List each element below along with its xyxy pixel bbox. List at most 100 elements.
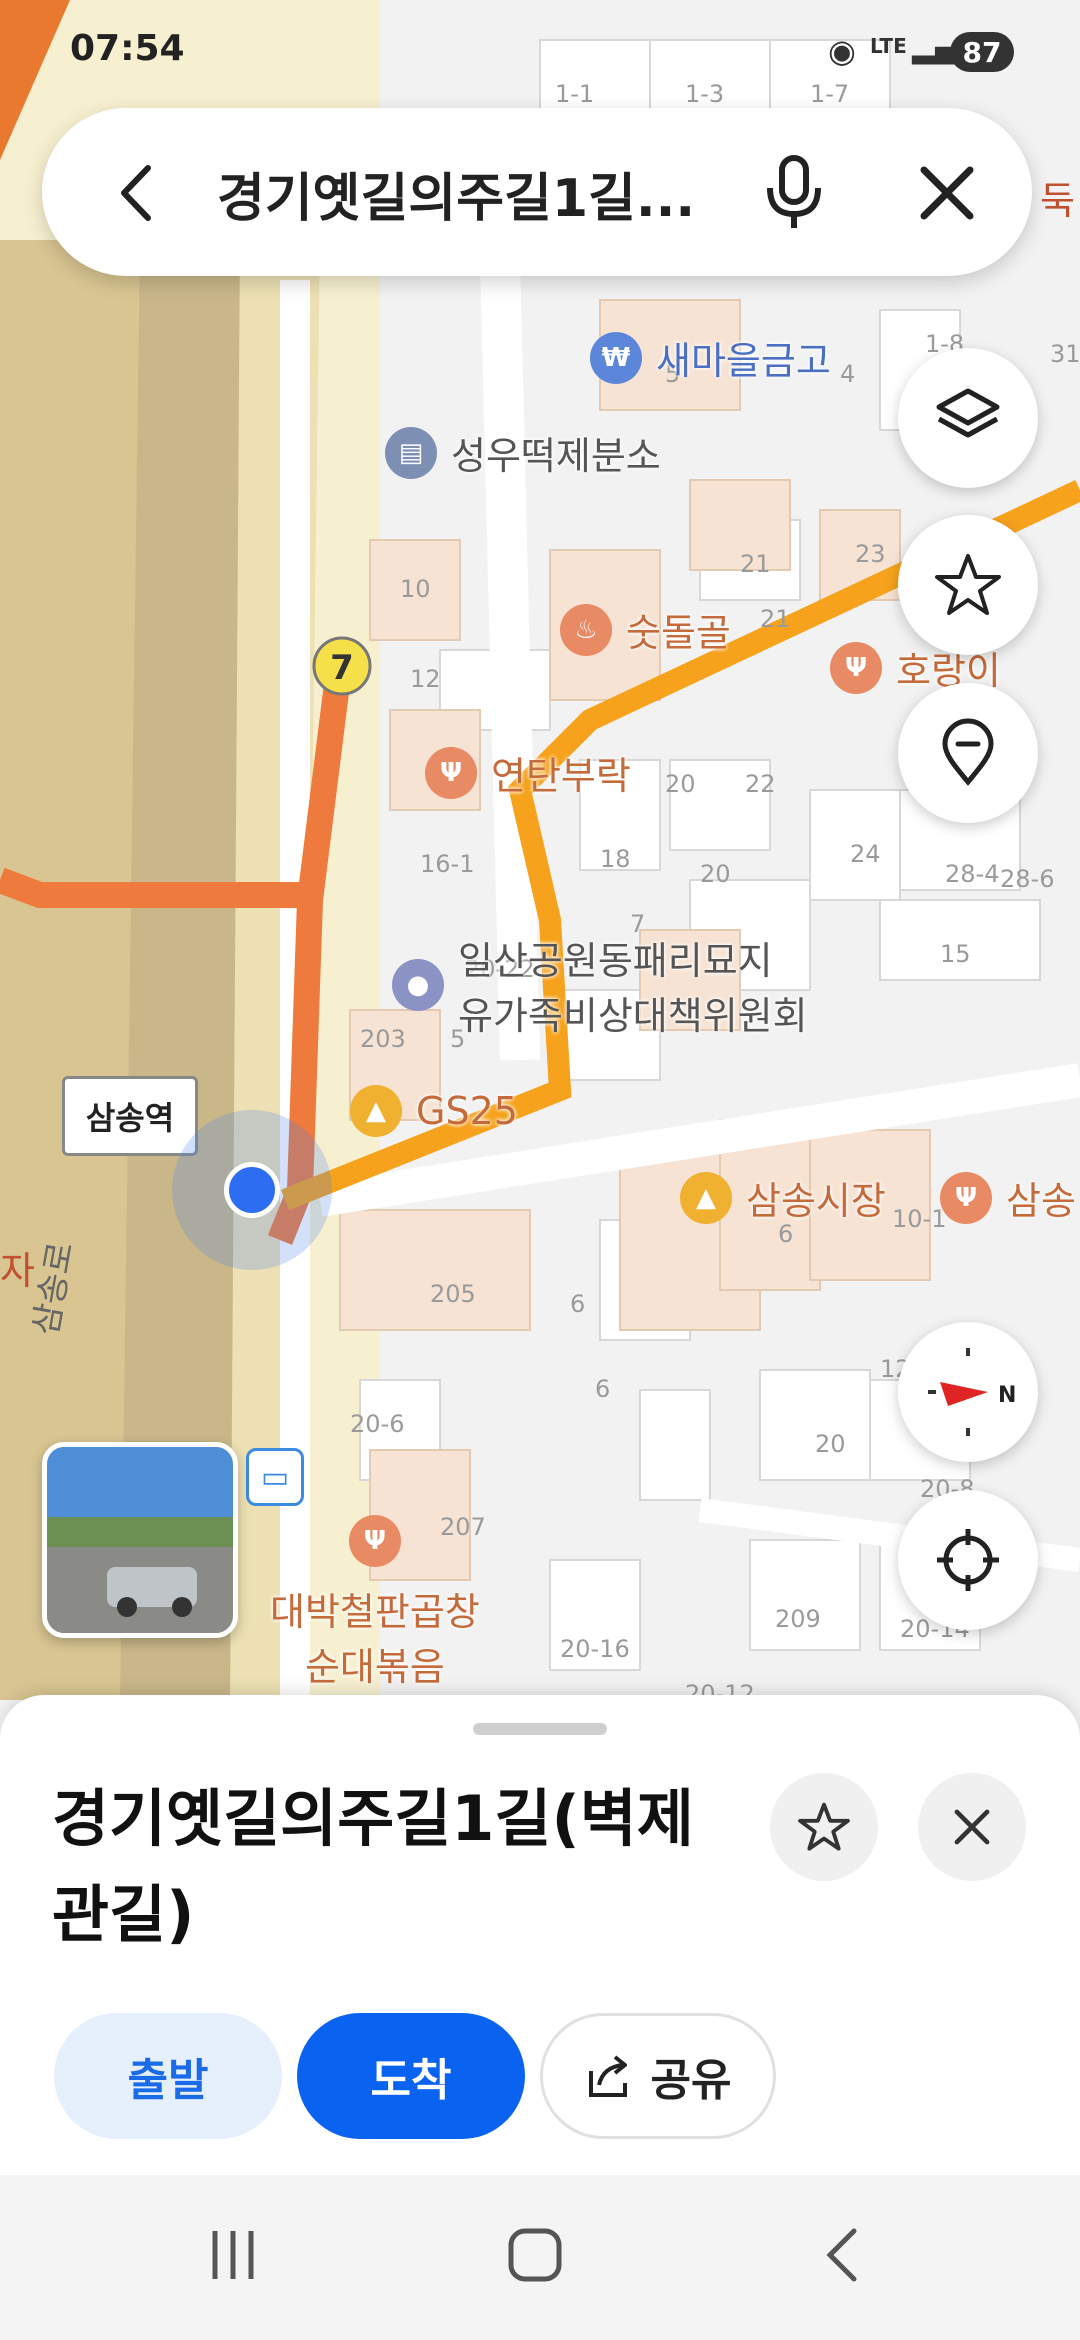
block-number: 205 — [430, 1280, 476, 1308]
poi-label: GS25 — [416, 1089, 518, 1133]
back-icon[interactable] — [102, 158, 172, 228]
block-number: 4 — [840, 360, 856, 388]
close-icon — [954, 1809, 990, 1845]
svg-text:N: N — [998, 1383, 1016, 1408]
poi-marker[interactable]: ₩ 새마을금고 — [590, 330, 831, 385]
edge-label-right-num: 31 — [1050, 340, 1080, 368]
poi-label: 성우떡제분소 — [451, 434, 661, 478]
block-number: 22 — [745, 770, 776, 798]
battery-indicator: 87 — [950, 32, 1014, 72]
block-number: 6 — [570, 1290, 586, 1318]
block-number: 15 — [940, 940, 971, 968]
recent-apps-button[interactable] — [188, 2215, 278, 2295]
recent-apps-icon — [212, 2231, 254, 2279]
place-icon: ● — [392, 959, 444, 1011]
remove-pin-button[interactable] — [898, 683, 1038, 823]
poi-marker[interactable]: ● 일산공원동패리묘지 유가족비상대책위원회 — [392, 930, 808, 1040]
back-nav-button[interactable] — [796, 2215, 886, 2295]
share-label: 공유 — [650, 2055, 732, 2106]
bank-icon: ₩ — [590, 331, 642, 384]
block-number: 20 — [665, 770, 696, 798]
poi-marker[interactable]: Ψ 대박철판곱창 순대볶음 — [270, 1515, 480, 1691]
star-icon — [798, 1802, 850, 1851]
market-icon: ▲ — [680, 1171, 732, 1224]
station-label[interactable]: 삼송역 — [62, 1076, 198, 1156]
back-nav-icon — [826, 2228, 857, 2282]
restaurant-icon: ♨ — [560, 603, 612, 656]
microphone-icon[interactable] — [752, 150, 836, 234]
block-number: 12 — [410, 665, 441, 693]
poi-label: 삼송 — [1006, 1179, 1076, 1223]
block-number: 209 — [775, 1605, 821, 1633]
station-label-text: 삼송역 — [85, 1099, 175, 1137]
close-sheet-button[interactable] — [918, 1773, 1026, 1881]
clock: 07:54 — [70, 28, 185, 69]
block-number: 24 — [850, 840, 881, 868]
block-number: 20-6 — [350, 1410, 405, 1438]
depart-button[interactable]: 출발 — [54, 2013, 282, 2139]
poi-label: 숫돌골 — [626, 611, 731, 655]
edge-label-left: 자 — [0, 1249, 35, 1293]
save-place-button[interactable] — [770, 1773, 878, 1881]
building-icon: ▤ — [385, 426, 437, 479]
sheet-handle[interactable] — [473, 1723, 607, 1735]
crosshair-icon — [937, 1529, 999, 1591]
network-label: LTE — [870, 34, 907, 58]
poi-label: 삼송시장 — [746, 1179, 886, 1223]
star-icon — [935, 554, 1001, 615]
my-location-button[interactable] — [898, 1490, 1038, 1630]
home-icon — [508, 2228, 562, 2282]
restaurant-icon: Ψ — [425, 746, 477, 799]
block-number: 20 — [815, 1430, 846, 1458]
system-nav-bar — [0, 2175, 1080, 2340]
close-icon[interactable] — [912, 158, 982, 228]
compass-button[interactable]: N — [898, 1322, 1038, 1462]
convenience-store-icon: ▲ — [350, 1085, 402, 1137]
poi-label: 대박철판곱창 순대볶음 — [270, 1590, 480, 1689]
edge-label-right-top: 둑 — [1040, 179, 1075, 223]
block-number: 18 — [600, 845, 631, 873]
poi-label: 일산공원동패리묘지 유가족비상대책위원회 — [458, 939, 808, 1038]
depart-label: 출발 — [127, 2055, 209, 2106]
status-bar: 07:54 ◉ LTE ▂▄▆ 87 — [0, 0, 1080, 100]
search-bar[interactable]: 경기옛길의주길1길... — [42, 108, 1032, 276]
layers-icon — [936, 388, 1000, 438]
pin-minus-icon — [942, 718, 994, 786]
location-icon: ◉ — [828, 32, 856, 70]
restaurant-icon: Ψ — [348, 1515, 401, 1567]
poi-marker[interactable]: Ψ 삼송 — [940, 1170, 1076, 1225]
poi-marker[interactable]: ♨ 숫돌골 — [560, 602, 731, 657]
favorites-button[interactable] — [898, 515, 1038, 655]
route-number: 7 — [330, 648, 354, 688]
bus-stop-icon[interactable]: ▭ — [246, 1448, 304, 1506]
street-view-thumbnail[interactable] — [42, 1442, 238, 1638]
restaurant-icon: Ψ — [830, 641, 882, 694]
restaurant-icon: Ψ — [940, 1171, 992, 1224]
poi-label: 연탄부락 — [491, 754, 631, 798]
poi-marker[interactable]: ▲ 삼송시장 — [680, 1170, 886, 1225]
home-button[interactable] — [490, 2215, 580, 2295]
block-number: 20-16 — [560, 1635, 630, 1663]
poi-marker[interactable]: ▲ GS25 — [350, 1085, 518, 1137]
poi-marker[interactable]: ▤ 성우떡제분소 — [385, 425, 661, 480]
block-number: 16-1 — [420, 850, 475, 878]
block-number: 20 — [700, 860, 731, 888]
share-icon — [588, 2055, 627, 2097]
compass-icon: N — [928, 1348, 1016, 1436]
share-button[interactable]: 공유 — [540, 2013, 776, 2139]
poi-marker[interactable]: Ψ 연탄부락 — [425, 745, 631, 800]
current-location-marker — [172, 1110, 332, 1270]
block-number: 28-4 — [945, 860, 1000, 888]
block-number: 21 — [740, 550, 771, 578]
block-number: 10 — [400, 575, 431, 603]
layers-button[interactable] — [898, 348, 1038, 488]
block-number: 6 — [595, 1375, 611, 1403]
poi-label: 새마을금고 — [656, 339, 831, 383]
search-query[interactable]: 경기옛길의주길1길... — [217, 156, 777, 231]
block-number: 10-1 — [892, 1205, 947, 1233]
place-title: 경기옛길의주길1길(벽제관길) — [52, 1782, 694, 1951]
block-number: 28-6 — [1000, 865, 1055, 893]
block-number: 23 — [855, 540, 886, 568]
place-sheet[interactable]: 경기옛길의주길1길(벽제관길) 출발 도착 공유 — [0, 1695, 1080, 2175]
arrive-button[interactable]: 도착 — [297, 2013, 525, 2139]
